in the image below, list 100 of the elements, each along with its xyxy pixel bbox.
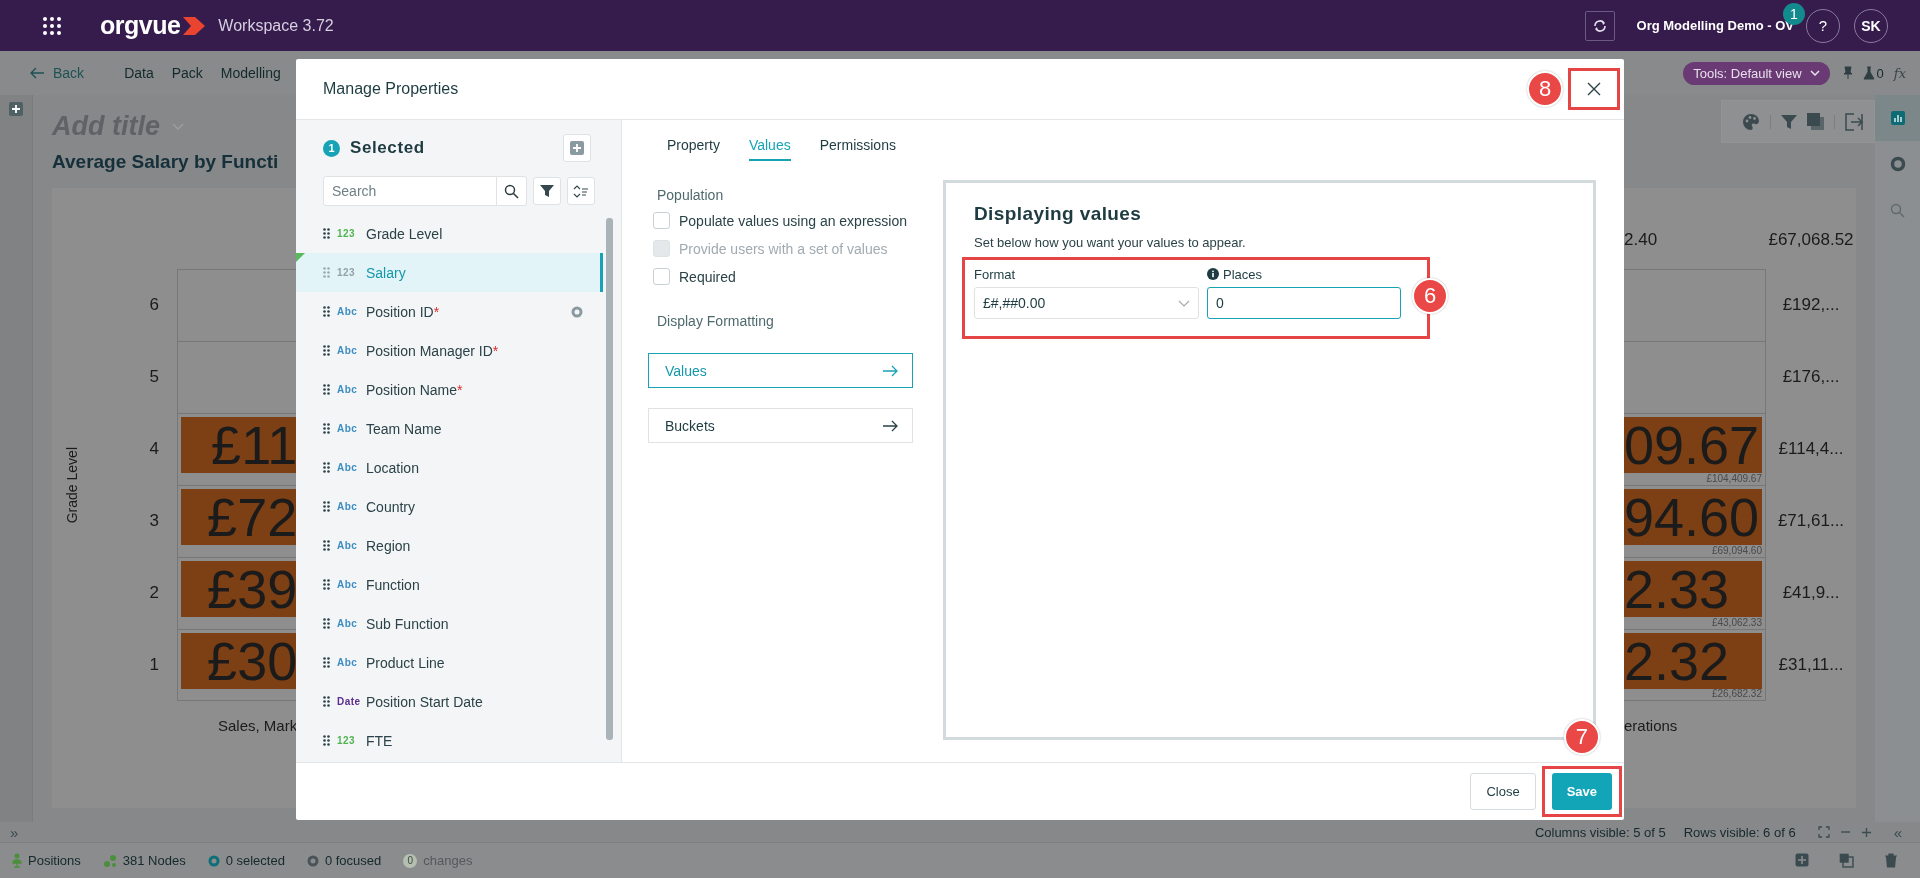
add-icon[interactable] [9, 102, 23, 116]
filter-icon[interactable] [1781, 113, 1797, 130]
trash-icon[interactable] [1884, 853, 1898, 868]
drag-handle-icon[interactable] [323, 618, 330, 629]
ring-icon [207, 854, 220, 867]
type-tag: 123 [337, 228, 366, 239]
property-item[interactable]: Abc Position Manager ID* [296, 331, 603, 370]
value-bar: 09.67 [1624, 417, 1762, 473]
property-item[interactable]: Abc Country [296, 487, 603, 526]
scrollbar[interactable] [606, 218, 613, 740]
property-item[interactable]: Abc Product Line [296, 643, 603, 682]
type-tag: Abc [337, 423, 366, 434]
row-total: £41,9... [1781, 582, 1841, 604]
tab[interactable]: Property [667, 120, 720, 161]
filter-icon [540, 184, 554, 198]
value-bar: 2.32 [1624, 633, 1762, 689]
drag-handle-icon[interactable] [323, 501, 330, 512]
checkbox[interactable] [653, 212, 670, 229]
menu-item[interactable]: Data [124, 65, 154, 81]
property-item[interactable]: 123 Grade Level [296, 214, 603, 253]
property-item[interactable]: Abc Team Name [296, 409, 603, 448]
flask-icon[interactable] [1861, 66, 1876, 80]
chevron-logo-icon [182, 14, 207, 37]
close-button[interactable]: Close [1470, 773, 1536, 810]
value-label: £26,682.32 [1711, 687, 1762, 700]
property-item[interactable]: Abc Location [296, 448, 603, 487]
property-name: Location [366, 459, 419, 476]
export-icon[interactable] [1845, 112, 1863, 131]
filter-button[interactable] [533, 177, 561, 205]
menu-item[interactable]: Pack [171, 65, 203, 81]
zoom-in-icon[interactable] [1860, 826, 1872, 838]
property-item[interactable]: Abc Position Name* [296, 370, 603, 409]
close-icon [1587, 82, 1601, 96]
status-item[interactable]: 0 focused [324, 853, 382, 868]
drag-handle-icon[interactable] [323, 696, 330, 707]
drag-handle-icon[interactable] [323, 540, 330, 551]
status-item[interactable]: Positions [28, 853, 81, 868]
drag-handle-icon[interactable] [323, 228, 330, 239]
axis-label: erations [1624, 716, 1679, 736]
property-name: Position Manager ID* [366, 342, 499, 359]
search-icon [1890, 202, 1905, 218]
row-label: 1 [148, 654, 160, 676]
layers-icon[interactable] [1807, 113, 1824, 130]
property-item[interactable]: Abc Sub Function [296, 604, 603, 643]
value-bar: 94.60 [1624, 489, 1762, 545]
type-tag: Abc [337, 345, 366, 356]
places-input[interactable]: 0 [1207, 287, 1401, 319]
type-tag: 123 [337, 735, 366, 746]
grid-menu-icon[interactable] [42, 15, 62, 36]
type-tag: Abc [337, 306, 366, 317]
drag-handle-icon[interactable] [323, 462, 330, 473]
status-item[interactable]: 0 selected [225, 853, 285, 868]
add-button[interactable] [563, 134, 591, 162]
nav-button[interactable]: Buckets [648, 408, 913, 443]
drag-handle-icon[interactable] [323, 267, 330, 278]
status-text: Rows visible: 6 of 6 [1683, 824, 1796, 840]
checkbox-label: Populate values using an expression [679, 212, 908, 229]
palette-icon[interactable] [1742, 112, 1760, 131]
type-tag: 123 [337, 267, 366, 278]
drag-handle-icon[interactable] [323, 345, 330, 356]
tools-view-dropdown[interactable]: Tools: Default view [1683, 61, 1830, 85]
drag-handle-icon[interactable] [323, 579, 330, 590]
person-pin-icon [12, 853, 22, 868]
menu-item[interactable]: Modelling [220, 65, 281, 81]
nav-button[interactable]: Values [648, 353, 913, 388]
property-item[interactable]: Date Position Start Date [296, 682, 603, 721]
flask-count: 0 [1876, 65, 1884, 81]
add-icon[interactable] [1795, 853, 1809, 867]
property-item[interactable]: Abc Region [296, 526, 603, 565]
fullscreen-icon[interactable] [1817, 826, 1830, 838]
drag-handle-icon[interactable] [323, 657, 330, 668]
search-field[interactable]: Search [323, 176, 497, 206]
sort-button[interactable] [567, 177, 595, 205]
row-label: 2 [148, 582, 160, 604]
property-name: Position ID* [366, 303, 440, 320]
tab[interactable]: Permissions [819, 120, 896, 161]
property-item[interactable]: Abc Position ID* [296, 292, 603, 331]
status-item[interactable]: 381 Nodes [122, 853, 186, 868]
info-icon[interactable] [1207, 268, 1219, 280]
row-total: £176,... [1781, 366, 1841, 388]
search-button[interactable] [497, 176, 527, 206]
drag-handle-icon[interactable] [323, 384, 330, 395]
pin-icon[interactable] [1841, 66, 1854, 80]
property-name: Grade Level [366, 225, 443, 242]
refresh-button[interactable] [1584, 10, 1615, 41]
drag-handle-icon[interactable] [323, 306, 330, 317]
type-tag: Abc [337, 618, 366, 629]
value-bar: £72 [181, 489, 298, 545]
property-item[interactable]: 123 FTE [296, 721, 603, 760]
checkbox[interactable] [653, 268, 670, 285]
row-label: 6 [148, 294, 160, 316]
axis-label: Sales, Mark [217, 716, 298, 736]
property-name: FTE [366, 732, 393, 749]
caret-icon [1178, 299, 1190, 307]
drag-handle-icon[interactable] [323, 423, 330, 434]
property-item[interactable]: Abc Function [296, 565, 603, 604]
format-dropdown[interactable]: £#,##0.00 [974, 287, 1199, 319]
arrow-right-icon [883, 419, 898, 432]
drag-handle-icon[interactable] [323, 735, 330, 746]
copy-icon[interactable] [1839, 853, 1854, 868]
